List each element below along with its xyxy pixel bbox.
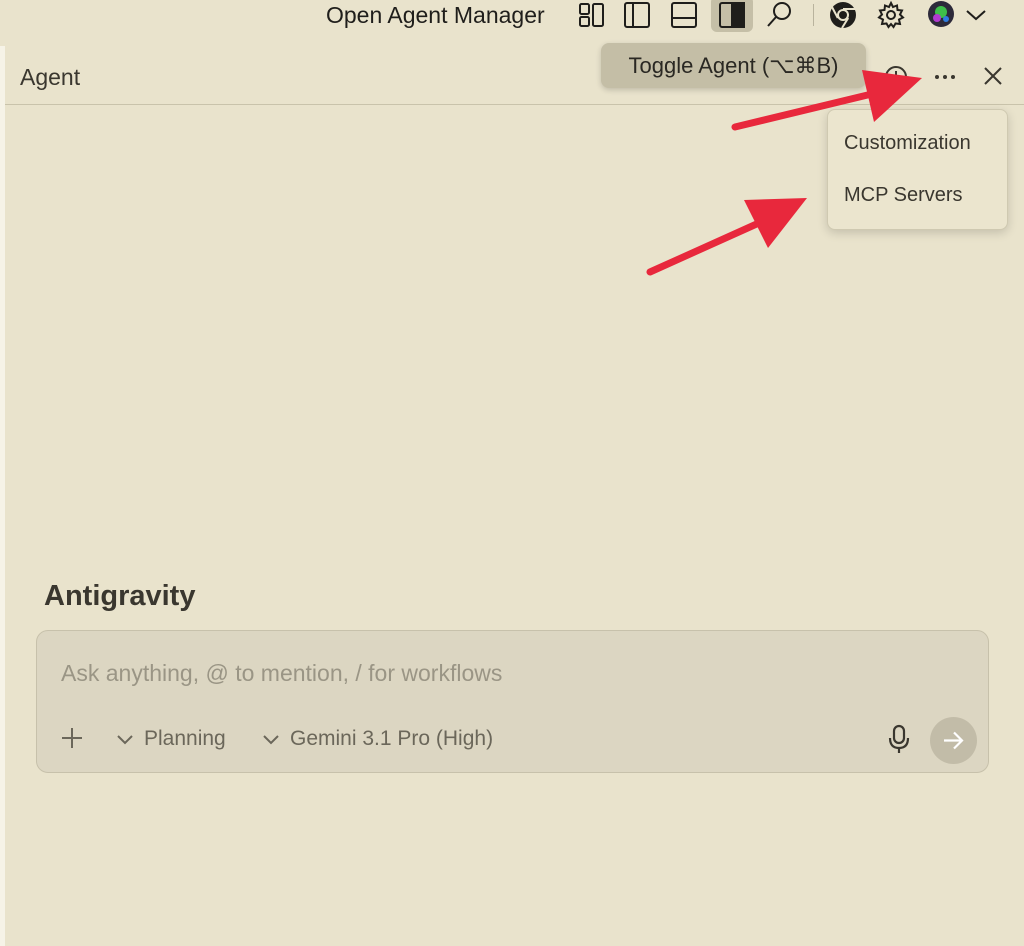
close-icon[interactable] — [979, 62, 1007, 90]
more-options-icon[interactable] — [931, 62, 959, 90]
annotation-arrow-to-mcp-servers — [646, 198, 807, 276]
history-icon[interactable] — [879, 63, 911, 91]
search-icon[interactable] — [764, 0, 794, 30]
avatar[interactable] — [927, 0, 959, 28]
panel-left-icon[interactable] — [622, 0, 652, 30]
editor-edge — [0, 46, 5, 946]
chevron-down-icon — [117, 735, 133, 745]
chevron-down-icon — [263, 735, 279, 745]
chrome-icon[interactable] — [828, 0, 858, 30]
model-dropdown[interactable]: Gemini 3.1 Pro (High) — [261, 725, 493, 753]
agent-title: Antigravity — [44, 580, 196, 612]
layout-icon[interactable] — [577, 0, 607, 30]
composer: Planning Gemini 3.1 Pro (High) — [36, 630, 989, 773]
open-agent-manager-button[interactable]: Open Agent Manager — [326, 2, 545, 29]
chevron-down-icon[interactable] — [964, 6, 988, 24]
toggle-agent-panel-icon[interactable] — [711, 0, 753, 32]
panel-bottom-icon[interactable] — [669, 0, 699, 30]
add-context-icon[interactable] — [59, 725, 85, 751]
more-options-menu: Customization MCP Servers — [827, 109, 1008, 230]
menu-item-mcp-servers[interactable]: MCP Servers — [844, 184, 963, 207]
microphone-icon[interactable] — [885, 723, 913, 755]
mode-label: Planning — [144, 727, 226, 750]
prompt-input[interactable] — [61, 655, 941, 691]
agent-panel-header: Agent — [5, 46, 1024, 105]
send-button[interactable] — [930, 717, 977, 764]
toggle-agent-tooltip: Toggle Agent (⌥⌘B) — [601, 43, 866, 88]
panel-title: Agent — [20, 64, 81, 90]
arrow-right-icon — [944, 731, 964, 750]
mode-dropdown[interactable]: Planning — [115, 725, 226, 753]
menu-item-customization[interactable]: Customization — [844, 132, 971, 155]
top-bar: Open Agent Manager — [0, 0, 1024, 46]
model-label: Gemini 3.1 Pro (High) — [290, 727, 494, 750]
gear-icon[interactable] — [876, 0, 906, 30]
toolbar-divider — [813, 4, 814, 26]
